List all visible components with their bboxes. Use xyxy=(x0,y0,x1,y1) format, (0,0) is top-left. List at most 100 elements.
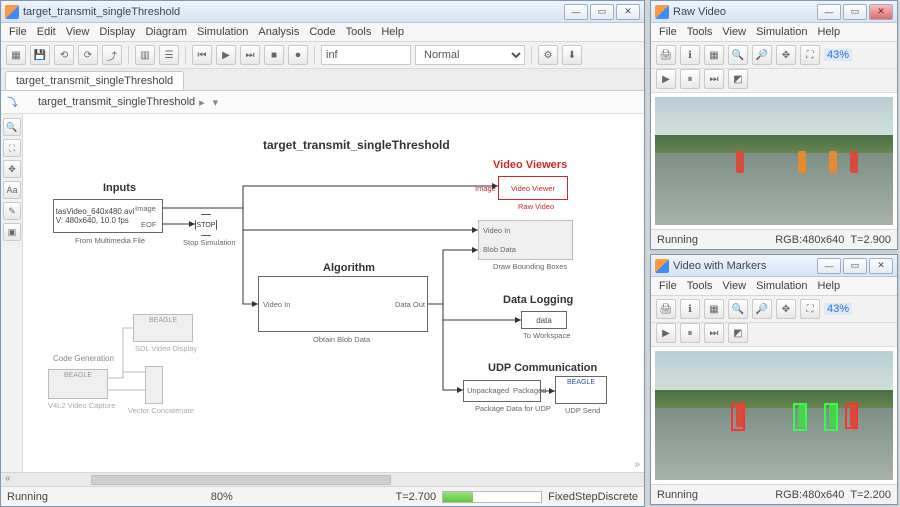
pause-icon[interactable]: ⏸ xyxy=(680,323,700,343)
menu-display[interactable]: Display xyxy=(99,26,135,38)
menu-file[interactable]: File xyxy=(9,26,27,38)
deploy-icon[interactable]: ⬇ xyxy=(562,45,582,65)
menu-view[interactable]: View xyxy=(722,280,746,292)
zoom-percent[interactable]: 43% xyxy=(824,49,852,61)
zoom-icon[interactable]: 🔍 xyxy=(3,118,21,136)
menu-tools[interactable]: Tools xyxy=(346,26,372,38)
back-icon[interactable]: ⟲ xyxy=(54,45,74,65)
stop-sim-icon[interactable]: ■ xyxy=(264,45,284,65)
pause-icon[interactable]: ⏸ xyxy=(680,69,700,89)
save-icon[interactable]: 💾 xyxy=(30,45,50,65)
block-stop[interactable]: STOP xyxy=(195,214,217,236)
menu-file[interactable]: File xyxy=(659,280,677,292)
comment-icon[interactable]: ✎ xyxy=(3,202,21,220)
menu-diagram[interactable]: Diagram xyxy=(145,26,187,38)
block-udp-send[interactable]: BEAGLE xyxy=(555,376,607,404)
close-button[interactable]: ✕ xyxy=(616,4,640,20)
build-icon[interactable]: ⚙ xyxy=(538,45,558,65)
breadcrumb-dropdown[interactable]: ▾ xyxy=(213,96,219,109)
model-tab[interactable]: target_transmit_singleThreshold xyxy=(5,71,184,90)
menu-simulation[interactable]: Simulation xyxy=(756,280,807,292)
block-sdl-display[interactable]: BEAGLE xyxy=(133,314,193,342)
menu-view[interactable]: View xyxy=(66,26,90,38)
scrollbar-thumb[interactable] xyxy=(91,475,391,485)
block-video-viewer[interactable]: Video Viewer xyxy=(498,176,568,200)
scroll-anchor-icon[interactable]: » xyxy=(634,459,640,470)
menu-help[interactable]: Help xyxy=(817,280,840,292)
close-button[interactable]: ✕ xyxy=(869,4,893,20)
raw-video-playbar: ▶ ⏸ ⏭ ◩ xyxy=(651,69,897,93)
up-icon[interactable]: ⤴ xyxy=(102,45,122,65)
menu-tools[interactable]: Tools xyxy=(687,280,713,292)
play-icon[interactable]: ▶ xyxy=(656,323,676,343)
hierarchy-button[interactable]: ⤵ xyxy=(7,94,18,110)
fit-icon[interactable]: ⛶ xyxy=(800,45,820,65)
menu-simulation[interactable]: Simulation xyxy=(197,26,248,38)
simulink-titlebar[interactable]: target_transmit_singleThreshold — ▭ ✕ xyxy=(1,1,644,23)
pan-icon[interactable]: ✥ xyxy=(3,160,21,178)
menu-simulation[interactable]: Simulation xyxy=(756,26,807,38)
zoom-percent[interactable]: 43% xyxy=(824,303,852,315)
record-icon[interactable]: ⏺ xyxy=(288,45,308,65)
step-back-icon[interactable]: ⏮ xyxy=(192,45,212,65)
menu-code[interactable]: Code xyxy=(309,26,335,38)
markers-video-canvas[interactable] xyxy=(651,347,897,484)
forward-icon[interactable]: ⟳ xyxy=(78,45,98,65)
step-forward-icon[interactable]: ⏭ xyxy=(240,45,260,65)
explorer-icon[interactable]: ☰ xyxy=(159,45,179,65)
export-icon[interactable]: ▦ xyxy=(704,299,724,319)
block-vector-concat[interactable] xyxy=(145,366,163,404)
highlight-icon[interactable]: ◩ xyxy=(728,323,748,343)
minimize-button[interactable]: — xyxy=(817,258,841,274)
maximize-button[interactable]: ▭ xyxy=(843,4,867,20)
fit-icon[interactable]: ⛶ xyxy=(3,139,21,157)
library-icon[interactable]: ▥ xyxy=(135,45,155,65)
caption-algorithm: Obtain Blob Data xyxy=(313,335,370,344)
pan-icon[interactable]: ✥ xyxy=(776,299,796,319)
maximize-button[interactable]: ▭ xyxy=(590,4,614,20)
menu-help[interactable]: Help xyxy=(817,26,840,38)
step-icon[interactable]: ⏭ xyxy=(704,69,724,89)
maximize-button[interactable]: ▭ xyxy=(843,258,867,274)
sim-mode-select[interactable]: Normal xyxy=(415,45,525,65)
export-icon[interactable]: ▦ xyxy=(704,45,724,65)
image-icon[interactable]: ▣ xyxy=(3,223,21,241)
raw-video-statusbar: Running RGB:480x640 T=2.900 xyxy=(651,229,897,249)
pan-icon[interactable]: ✥ xyxy=(776,45,796,65)
play-icon[interactable]: ▶ xyxy=(656,69,676,89)
caption-stop: Stop Simulation xyxy=(183,238,236,247)
raw-video-titlebar[interactable]: Raw Video — ▭ ✕ xyxy=(651,1,897,23)
run-icon[interactable]: ▶ xyxy=(216,45,236,65)
zoom-in-icon[interactable]: 🔍 xyxy=(728,299,748,319)
menu-view[interactable]: View xyxy=(722,26,746,38)
menu-help[interactable]: Help xyxy=(381,26,404,38)
zoom-in-icon[interactable]: 🔍 xyxy=(728,45,748,65)
menu-tools[interactable]: Tools xyxy=(687,26,713,38)
step-icon[interactable]: ⏭ xyxy=(704,323,724,343)
zoom-out-icon[interactable]: 🔎 xyxy=(752,299,772,319)
raw-video-canvas[interactable] xyxy=(651,93,897,229)
fit-icon[interactable]: ⛶ xyxy=(800,299,820,319)
print-icon[interactable]: 🖨 xyxy=(656,299,676,319)
block-data[interactable]: data xyxy=(521,311,567,329)
minimize-button[interactable]: — xyxy=(817,4,841,20)
breadcrumb-root[interactable]: target_transmit_singleThreshold xyxy=(38,96,195,108)
annotate-icon[interactable]: Aa xyxy=(3,181,21,199)
block-v4l2[interactable]: BEAGLE xyxy=(48,369,108,399)
stop-time-input[interactable] xyxy=(321,45,411,65)
horizontal-scrollbar[interactable]: « xyxy=(1,472,644,486)
print-icon[interactable]: 🖨 xyxy=(656,45,676,65)
menu-file[interactable]: File xyxy=(659,26,677,38)
new-model-icon[interactable]: ▦ xyxy=(6,45,26,65)
minimize-button[interactable]: — xyxy=(564,4,588,20)
menu-edit[interactable]: Edit xyxy=(37,26,56,38)
close-button[interactable]: ✕ xyxy=(869,258,893,274)
zoom-out-icon[interactable]: 🔎 xyxy=(752,45,772,65)
info-icon[interactable]: ℹ xyxy=(680,45,700,65)
info-icon[interactable]: ℹ xyxy=(680,299,700,319)
markers-video-titlebar[interactable]: Video with Markers — ▭ ✕ xyxy=(651,255,897,277)
model-canvas[interactable]: target_transmit_singleThreshold Inputs A… xyxy=(23,114,644,472)
menu-analysis[interactable]: Analysis xyxy=(258,26,299,38)
highlight-icon[interactable]: ◩ xyxy=(728,69,748,89)
marker-red-2 xyxy=(845,403,858,429)
